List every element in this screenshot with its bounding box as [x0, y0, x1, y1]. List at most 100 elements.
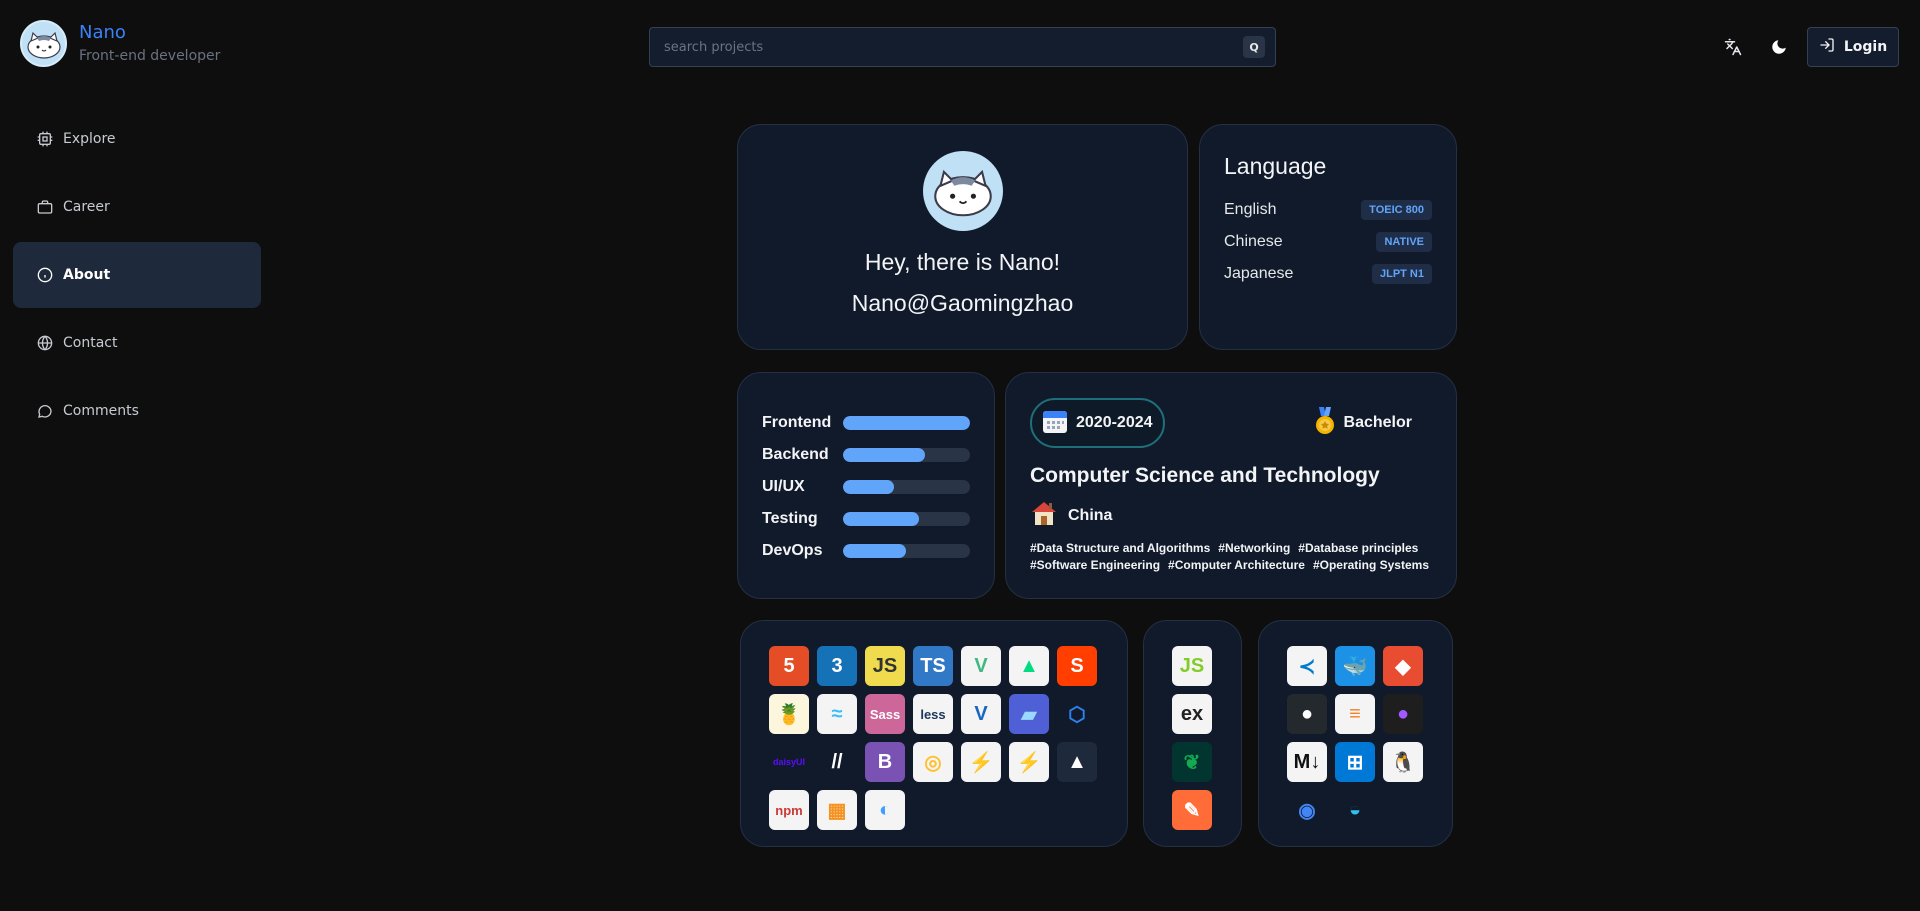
education-years-badge: 2020-2024 [1030, 398, 1165, 448]
tools-stack-card: ≺ 🐳 ◆ ● ≡ ● M↓ ⊞ 🐧 ◉ ◒ [1258, 620, 1453, 847]
vercel-icon[interactable]: ▲ [1057, 742, 1097, 782]
medal-icon [1314, 406, 1336, 440]
edge-icon[interactable]: ◒ [1335, 790, 1375, 830]
git-icon[interactable]: ◆ [1383, 646, 1423, 686]
skill-progress-bar [842, 416, 970, 430]
sidebar-item-explore[interactable]: Explore [13, 106, 261, 172]
express-icon[interactable]: ex [1172, 694, 1212, 734]
linux-icon[interactable]: 🐧 [1383, 742, 1423, 782]
sidebar-item-label: Explore [63, 131, 116, 147]
sidebar-item-contact[interactable]: Contact [13, 310, 261, 376]
sidebar-nav: Explore Career About Contact Comments [13, 106, 261, 446]
vue-icon[interactable]: V [961, 646, 1001, 686]
sidebar-item-career[interactable]: Career [13, 174, 261, 240]
frontend-icon-grid: 5 3 JS TS V ▲ S 🍍 ≈ Sass less V ▰ ⬡ daisyUI//B ◎ ⚡ ⚡ ▲ npm ▦… [769, 646, 1127, 830]
profile-card: Hey, there is Nano! Nano@Gaomingzhao [737, 124, 1188, 350]
sidebar-item-label: Contact [63, 335, 118, 351]
brand-name[interactable]: Nano [79, 22, 220, 44]
language-level-badge: NATIVE [1376, 232, 1432, 252]
windicss-icon[interactable]: ▰ [1009, 694, 1049, 734]
skill-name: Frontend [762, 414, 832, 431]
vitest-icon[interactable]: ⚡ [1009, 742, 1049, 782]
chat-icon [37, 403, 53, 419]
sidebar-item-label: Comments [63, 403, 139, 419]
shadcn-icon[interactable]: // [817, 742, 857, 782]
course-tags: #Data Structure and Algorithms #Networki… [1030, 541, 1430, 573]
vite-icon[interactable]: ⚡ [961, 742, 1001, 782]
search-input[interactable] [664, 39, 1243, 55]
vuetify-icon[interactable]: V [961, 694, 1001, 734]
profile-greeting: Hey, there is Nano! [864, 249, 1061, 275]
mongodb-icon[interactable]: ❦ [1172, 742, 1212, 782]
language-row: Chinese NATIVE [1224, 226, 1432, 258]
markdown-icon[interactable]: M↓ [1287, 742, 1327, 782]
pnpm-icon[interactable]: ▦ [817, 790, 857, 830]
language-row: Japanese JLPT N1 [1224, 258, 1432, 290]
less-icon[interactable]: less [913, 694, 953, 734]
skill-name: Testing [762, 510, 818, 527]
language-title: Language [1224, 153, 1327, 179]
house-icon [1030, 500, 1058, 531]
sass-icon[interactable]: Sass [865, 694, 905, 734]
course-tag: #Database principles [1298, 541, 1419, 555]
language-level-badge: TOEIC 800 [1361, 200, 1432, 220]
moon-icon[interactable] [1766, 34, 1792, 60]
docker-icon[interactable]: 🐳 [1335, 646, 1375, 686]
search-shortcut-key: Q [1243, 36, 1265, 58]
sidebar-item-label: About [63, 267, 111, 283]
brand[interactable]: Nano Front-end developer [20, 20, 220, 67]
language-level-badge: JLPT N1 [1371, 264, 1432, 284]
search-bar[interactable]: Q [649, 27, 1276, 67]
translate-icon[interactable] [1720, 34, 1746, 60]
education-years: 2020-2024 [1076, 414, 1153, 431]
skill-progress-bar [842, 512, 970, 526]
login-label: Login [1843, 39, 1888, 55]
javascript-icon[interactable]: JS [865, 646, 905, 686]
skills-card: Frontend Backend UI/UX Testing DevOps [737, 372, 995, 599]
login-button[interactable]: Login [1807, 27, 1899, 67]
skill-name: UI/UX [762, 478, 805, 495]
github-icon[interactable]: ● [1287, 694, 1327, 734]
element-plus-icon[interactable]: ◐ [865, 790, 905, 830]
electron-icon[interactable]: ⬡ [1057, 694, 1097, 734]
skill-progress-fill [842, 448, 926, 462]
skill-progress-fill [842, 544, 907, 558]
education-country-label: China [1068, 506, 1113, 524]
windows-icon[interactable]: ⊞ [1335, 742, 1375, 782]
tailwind-icon[interactable]: ≈ [817, 694, 857, 734]
sidebar-item-label: Career [63, 199, 110, 215]
globe-icon [37, 335, 53, 351]
tauri-icon[interactable]: ◎ [913, 742, 953, 782]
course-tag: #Computer Architecture [1168, 558, 1305, 572]
svelte-icon[interactable]: S [1057, 646, 1097, 686]
postman-icon[interactable]: ✎ [1172, 790, 1212, 830]
skill-row: Backend [762, 439, 970, 471]
course-tag: #Data Structure and Algorithms [1030, 541, 1211, 555]
html5-icon[interactable]: 5 [769, 646, 809, 686]
login-icon [1819, 37, 1835, 57]
pinia-icon[interactable]: 🍍 [769, 694, 809, 734]
figma-icon[interactable]: ● [1383, 694, 1423, 734]
nuxt-icon[interactable]: ▲ [1009, 646, 1049, 686]
nodejs-icon[interactable]: JS [1172, 646, 1212, 686]
vscode-icon[interactable]: ≺ [1287, 646, 1327, 686]
sidebar-item-about[interactable]: About [13, 242, 261, 308]
css3-icon[interactable]: 3 [817, 646, 857, 686]
skill-row: UI/UX [762, 471, 970, 503]
language-card: Language English TOEIC 800 Chinese NATIV… [1199, 124, 1457, 350]
backend-icon-grid: JS ex ❦ ✎ [1172, 646, 1241, 830]
skill-row: Frontend [762, 407, 970, 439]
backend-stack-card: JS ex ❦ ✎ [1143, 620, 1242, 847]
stackoverflow-icon[interactable]: ≡ [1335, 694, 1375, 734]
npm-icon[interactable]: npm [769, 790, 809, 830]
typescript-icon[interactable]: TS [913, 646, 953, 686]
education-major: Computer Science and Technology [1030, 464, 1380, 487]
sidebar-item-comments[interactable]: Comments [13, 378, 261, 444]
profile-handle: Nano@Gaomingzhao [851, 290, 1074, 316]
education-card: 2020-2024 Bachelor Computer Science and … [1005, 372, 1457, 599]
daisyui-icon[interactable]: daisyUI [769, 742, 809, 782]
chrome-icon[interactable]: ◉ [1287, 790, 1327, 830]
skill-progress-bar [842, 448, 970, 462]
profile-avatar [922, 151, 1003, 231]
bootstrap-icon[interactable]: B [865, 742, 905, 782]
